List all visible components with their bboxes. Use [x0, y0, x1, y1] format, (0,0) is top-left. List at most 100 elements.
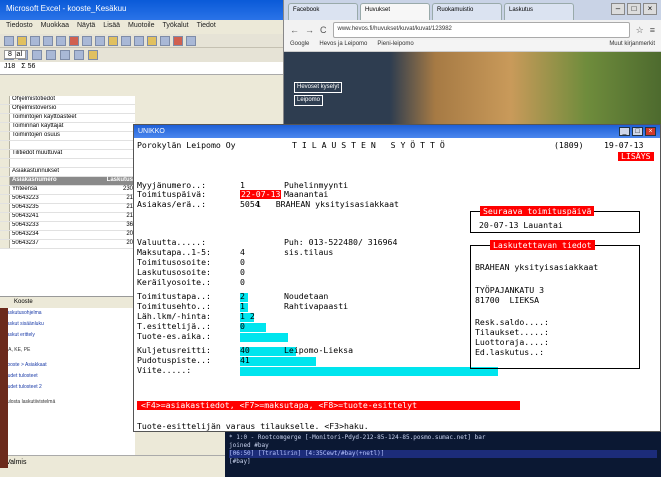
table-row[interactable]: 50643241 21: [0, 213, 135, 222]
name-box[interactable]: J18: [4, 63, 15, 73]
close-icon[interactable]: ×: [645, 127, 656, 136]
spreadsheet-grid[interactable]: Ohjelmistotiedot Ohjelmistoversio Toiminto…: [0, 96, 135, 296]
table-cell[interactable]: Ohjelmistotiedot: [10, 96, 80, 104]
form-field[interactable]: 22-07-13: [240, 190, 282, 199]
new-icon[interactable]: [4, 35, 14, 46]
menu-icon[interactable]: ≡: [650, 25, 655, 35]
table-cell[interactable]: Asiakastunnukset: [10, 168, 80, 176]
row-number[interactable]: [0, 204, 10, 212]
browser-tab[interactable]: Ruokamuistio: [432, 3, 502, 20]
sort-icon[interactable]: [160, 35, 170, 46]
table-cell[interactable]: Asiakasnumero: [10, 177, 80, 185]
table-row[interactable]: Asiakasnumero Laskutus: [0, 177, 135, 186]
site-link[interactable]: Leipomo: [294, 95, 324, 106]
row-number[interactable]: [0, 150, 10, 158]
table-cell[interactable]: 50643237: [10, 240, 80, 248]
form-field[interactable]: 41: [240, 356, 250, 365]
align-right-icon[interactable]: [74, 50, 84, 60]
align-center-icon[interactable]: [60, 50, 70, 60]
reload-icon[interactable]: C: [320, 25, 327, 35]
table-cell[interactable]: [10, 159, 80, 167]
form-field[interactable]: 1: [240, 302, 245, 311]
table-cell[interactable]: 20: [80, 231, 135, 239]
table-cell[interactable]: Yhteensä: [10, 186, 80, 194]
table-cell[interactable]: 20: [80, 240, 135, 248]
table-cell[interactable]: 50643235: [10, 204, 80, 212]
row-number[interactable]: [0, 213, 10, 221]
row-number[interactable]: [0, 96, 10, 104]
form-field[interactable]: 40: [240, 346, 250, 355]
table-cell[interactable]: [10, 141, 80, 149]
row-number[interactable]: [0, 195, 10, 203]
row-number[interactable]: [0, 105, 10, 113]
row-number[interactable]: [0, 186, 10, 194]
excel-titlebar[interactable]: Microsoft Excel - kooste_Kesäkuu: [0, 0, 290, 20]
maximize-icon[interactable]: □: [632, 127, 643, 136]
table-cell[interactable]: 50643223: [10, 195, 80, 203]
table-cell[interactable]: [80, 96, 135, 104]
table-row[interactable]: 50643233 36: [0, 222, 135, 231]
form-field[interactable]: 0: [240, 258, 245, 267]
table-cell[interactable]: Toimintojen käyttöasteet: [10, 114, 80, 122]
undo-icon[interactable]: [121, 35, 131, 46]
table-cell[interactable]: 50643241: [10, 213, 80, 221]
spellcheck-icon[interactable]: [69, 35, 79, 46]
row-number[interactable]: [0, 114, 10, 122]
row-number[interactable]: [0, 159, 10, 167]
copy-icon[interactable]: [95, 35, 105, 46]
table-row[interactable]: Asiakastunnukset: [0, 168, 135, 177]
table-cell[interactable]: [80, 105, 135, 113]
preview-icon[interactable]: [56, 35, 66, 46]
table-cell[interactable]: [80, 141, 135, 149]
site-link[interactable]: Hevoset kyselyt: [294, 82, 343, 93]
print-icon[interactable]: [43, 35, 53, 46]
table-row[interactable]: Toimintojen käyttöasteet: [0, 114, 135, 123]
menu-item[interactable]: Lisää: [103, 22, 120, 32]
table-cell[interactable]: [80, 132, 135, 140]
menu-item[interactable]: Työkalut: [163, 22, 189, 32]
form-field[interactable]: 0: [240, 322, 245, 331]
table-cell[interactable]: 36: [80, 222, 135, 230]
row-number[interactable]: [0, 177, 10, 185]
form-field[interactable]: 4: [240, 248, 245, 257]
table-row[interactable]: Ohjelmistoversio: [0, 105, 135, 114]
menu-item[interactable]: Muokkaa: [41, 22, 69, 32]
formula-input[interactable]: Σ 56: [21, 63, 35, 73]
table-cell[interactable]: [80, 114, 135, 122]
cut-icon[interactable]: [82, 35, 92, 46]
table-cell[interactable]: 50643234: [10, 231, 80, 239]
table-cell[interactable]: [80, 168, 135, 176]
table-row[interactable]: 50643235 21: [0, 204, 135, 213]
form-field[interactable]: 0: [240, 278, 245, 287]
bookmark-item[interactable]: Pieni-leipomo: [377, 41, 413, 50]
back-icon[interactable]: ←: [290, 25, 299, 35]
table-cell[interactable]: Tilitiedot muuttuvat: [10, 150, 80, 158]
merge-icon[interactable]: [88, 50, 98, 60]
close-icon[interactable]: ×: [643, 3, 657, 15]
table-row[interactable]: Toiminnan käyttäjät: [0, 123, 135, 132]
table-row[interactable]: Ohjelmistotiedot: [0, 96, 135, 105]
browser-tab-active[interactable]: Huvukset: [360, 3, 430, 20]
autosum-icon[interactable]: [147, 35, 157, 46]
table-cell[interactable]: 230: [80, 186, 135, 194]
form-field[interactable]: 1 2: [240, 312, 255, 321]
table-row[interactable]: Toimintojen osuus: [0, 132, 135, 141]
table-cell[interactable]: 50643233: [10, 222, 80, 230]
table-cell[interactable]: Laskutus: [80, 177, 135, 185]
row-number[interactable]: [0, 123, 10, 131]
menu-item[interactable]: Näytä: [77, 22, 95, 32]
table-row[interactable]: [0, 159, 135, 168]
underline-icon[interactable]: [32, 50, 42, 60]
bookmark-item[interactable]: Google: [290, 41, 309, 50]
align-left-icon[interactable]: [46, 50, 56, 60]
minimize-icon[interactable]: _: [619, 127, 630, 136]
table-row[interactable]: 50643237 20: [0, 240, 135, 249]
table-row[interactable]: [0, 141, 135, 150]
zoom-icon[interactable]: [186, 35, 196, 46]
form-field[interactable]: 2: [240, 292, 245, 301]
chart-icon[interactable]: [173, 35, 183, 46]
sheet-tab[interactable]: Kooste: [14, 299, 33, 305]
table-cell[interactable]: [80, 123, 135, 131]
menu-item[interactable]: Tiedosto: [6, 22, 33, 32]
row-number[interactable]: [0, 141, 10, 149]
